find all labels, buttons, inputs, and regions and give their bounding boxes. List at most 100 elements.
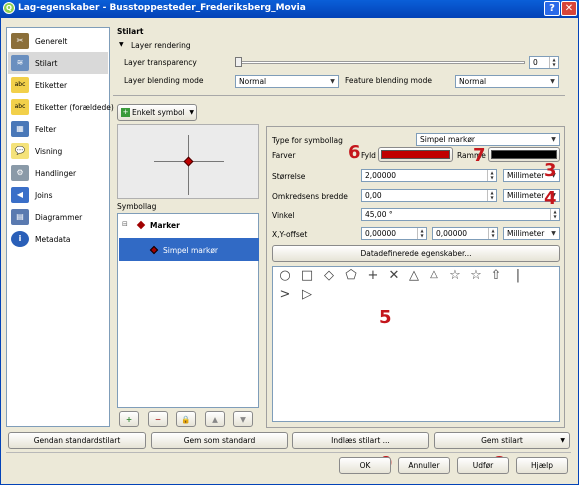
spin-arrows-icon[interactable]: ▲ ▼ xyxy=(488,228,497,239)
fill-color-swatch xyxy=(381,150,450,159)
sidebar-item-felter[interactable]: ▦ Felter xyxy=(8,118,108,140)
renderer-select[interactable]: + Enkelt symbol ▼ xyxy=(117,104,197,121)
transparency-slider[interactable] xyxy=(235,61,525,64)
sidebar-item-etiketter-foraeldede[interactable]: abc Etiketter (forældede) xyxy=(8,96,114,118)
tree-item-label: Marker xyxy=(150,221,180,230)
border-color-swatch xyxy=(491,150,557,159)
chevron-down-icon: ▼ xyxy=(550,78,555,85)
outline-value: 0,00 xyxy=(365,191,382,200)
collapse-arrow-icon[interactable]: ▼ xyxy=(119,41,124,48)
sidebar-item-generelt[interactable]: ✂ Generelt xyxy=(8,30,108,52)
data-defined-button[interactable]: Datadefinerede egenskaber... xyxy=(272,245,560,262)
sidebar-item-label: Handlinger xyxy=(35,168,77,178)
chevron-down-icon: ▼ xyxy=(560,437,565,444)
sidebar-item-handlinger[interactable]: ⚙ Handlinger xyxy=(8,162,108,184)
abc-old-icon: abc xyxy=(11,99,29,115)
marker-icon xyxy=(149,245,159,255)
fill-color-button[interactable] xyxy=(378,147,453,162)
offset-label: X,Y-offset xyxy=(272,230,308,239)
offset-y-value: 0,00000 xyxy=(436,229,468,238)
offset-y-input[interactable]: 0,00000 ▲ ▼ xyxy=(432,227,498,240)
star-alt-shape-icon[interactable]: ☆ xyxy=(468,268,484,284)
star-shape-icon[interactable]: ☆ xyxy=(447,268,463,284)
offset-unit-value: Millimeter xyxy=(507,229,545,238)
symbol-preview xyxy=(117,124,259,199)
lock-layer-button[interactable]: 🔒 xyxy=(176,411,196,427)
load-style-button[interactable]: Indlæs stilart ... xyxy=(292,432,429,449)
annotation-7: 7 xyxy=(473,145,486,166)
ok-button[interactable]: OK xyxy=(339,457,391,474)
blending-select[interactable]: Normal ▼ xyxy=(235,75,339,88)
filled-arrowhead-shape-icon[interactable]: ▷ xyxy=(299,287,315,303)
transparency-slider-handle[interactable] xyxy=(235,57,242,67)
transparency-label: Layer transparency xyxy=(124,58,197,67)
sidebar-item-diagrammer[interactable]: ▤ Diagrammer xyxy=(8,206,108,228)
offset-unit-select[interactable]: Millimeter ▼ xyxy=(503,227,560,240)
arrow-up-icon: ▲ xyxy=(212,415,218,424)
tree-item-marker[interactable]: ⊟ Marker xyxy=(120,218,258,234)
restore-default-style-button[interactable]: Gendan standardstilart xyxy=(8,432,146,449)
spin-arrows-icon[interactable]: ▲ ▼ xyxy=(550,209,559,220)
diamond-shape-icon[interactable]: ◇ xyxy=(321,268,337,284)
feature-blending-select[interactable]: Normal ▼ xyxy=(455,75,559,88)
size-label: Størrelse xyxy=(272,172,306,181)
save-style-button[interactable]: Gem stilart ▼ xyxy=(434,432,570,449)
close-button[interactable]: ✕ xyxy=(561,1,577,16)
move-down-button[interactable]: ▼ xyxy=(233,411,253,427)
layer-type-select[interactable]: Simpel markør ▼ xyxy=(416,133,560,146)
arrow-shape-icon[interactable]: ⇧ xyxy=(488,268,504,284)
sidebar-item-label: Diagrammer xyxy=(35,212,83,222)
pentagon-shape-icon[interactable]: ⬠ xyxy=(343,268,359,284)
sidebar-item-metadata[interactable]: i Metadata xyxy=(8,228,108,250)
speech-bubble-icon: 💬 xyxy=(11,143,29,159)
save-as-default-button[interactable]: Gem som standard xyxy=(151,432,288,449)
spin-arrows-icon[interactable]: ▲ ▼ xyxy=(417,228,426,239)
chevron-down-icon: ▼ xyxy=(189,109,194,116)
annotation-3: 3 xyxy=(544,160,557,181)
cancel-button[interactable]: Annuller xyxy=(398,457,450,474)
help-button[interactable]: Hjælp xyxy=(516,457,568,474)
tree-item-label: Simpel markør xyxy=(163,246,218,255)
spin-arrows-icon[interactable]: ▲ ▼ xyxy=(487,190,496,201)
size-unit-value: Millimeter xyxy=(507,171,545,180)
angle-label: Vinkel xyxy=(272,211,295,220)
add-layer-button[interactable]: + xyxy=(119,411,139,427)
angle-value: 45,00 ° xyxy=(365,210,393,219)
cross-shape-icon[interactable]: + xyxy=(365,268,381,284)
title-bar: Q Lag-egenskaber - Busstoppesteder_Frede… xyxy=(0,0,579,17)
offset-x-input[interactable]: 0,00000 ▲ ▼ xyxy=(361,227,427,240)
remove-layer-button[interactable]: − xyxy=(148,411,168,427)
minus-icon[interactable]: ⊟ xyxy=(122,220,128,228)
transparency-input[interactable]: 0 ▲ ▼ xyxy=(529,56,559,69)
sidebar-item-visning[interactable]: 💬 Visning xyxy=(8,140,108,162)
table-icon: ▦ xyxy=(11,121,29,137)
size-input[interactable]: 2,00000 ▲ ▼ xyxy=(361,169,497,182)
triangle-shape-icon[interactable]: △ xyxy=(406,268,422,284)
apply-button[interactable]: Udfør xyxy=(457,457,509,474)
abc-icon: abc xyxy=(11,77,29,93)
x-shape-icon[interactable]: ✕ xyxy=(386,268,402,284)
angle-input[interactable]: 45,00 ° ▲ ▼ xyxy=(361,208,560,221)
spin-arrows-icon[interactable]: ▲ ▼ xyxy=(549,57,558,68)
sidebar-item-label: Stilart xyxy=(35,58,58,68)
line-shape-icon[interactable]: | xyxy=(510,268,526,284)
help-title-button[interactable]: ? xyxy=(544,1,560,16)
marker-preview-icon xyxy=(183,156,194,167)
small-triangle-shape-icon[interactable]: △ xyxy=(426,267,442,283)
spin-arrows-icon[interactable]: ▲ ▼ xyxy=(487,170,496,181)
sidebar-item-joins[interactable]: ◀ Joins xyxy=(8,184,108,206)
outline-width-input[interactable]: 0,00 ▲ ▼ xyxy=(361,189,497,202)
circle-shape-icon[interactable]: ○ xyxy=(277,268,293,284)
move-up-button[interactable]: ▲ xyxy=(205,411,225,427)
annotation-5: 5 xyxy=(379,307,392,328)
tree-item-simple-marker[interactable]: Simpel markør xyxy=(119,238,259,261)
type-label: Type for symbollag xyxy=(272,136,343,145)
arrowhead-shape-icon[interactable]: > xyxy=(277,287,293,303)
square-shape-icon[interactable]: □ xyxy=(299,268,315,284)
gears-icon: ⚙ xyxy=(11,165,29,181)
sidebar-item-stilart[interactable]: ≋ Stilart xyxy=(8,52,108,74)
sidebar-item-label: Etiketter xyxy=(35,80,68,90)
qgis-icon: Q xyxy=(3,2,15,14)
marker-shape-grid: ○ □ ◇ ⬠ + ✕ △ △ ☆ ☆ ⇧ | > ▷ xyxy=(272,266,560,422)
sidebar-item-etiketter[interactable]: abc Etiketter xyxy=(8,74,108,96)
